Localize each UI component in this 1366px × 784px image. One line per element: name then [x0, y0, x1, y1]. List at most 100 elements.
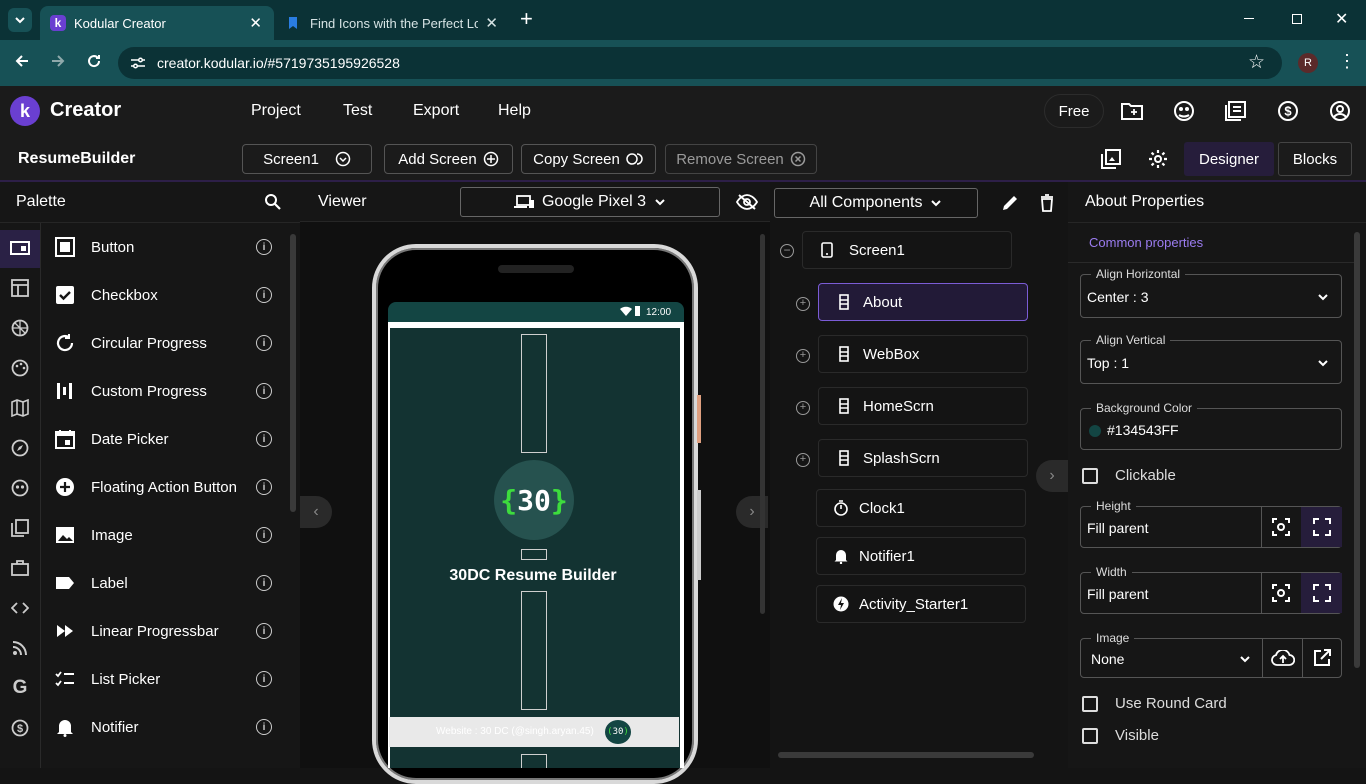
info-icon[interactable]: i	[256, 479, 272, 495]
forward-button[interactable]	[50, 53, 66, 69]
maps-icon[interactable]	[10, 398, 30, 418]
clickable-checkbox[interactable]	[1082, 468, 1098, 484]
reload-button[interactable]	[86, 53, 102, 69]
width-field[interactable]: Width Fill parent	[1080, 565, 1342, 614]
dollar-icon[interactable]: $	[1276, 100, 1300, 122]
utilities-icon[interactable]	[10, 558, 30, 578]
remove-screen-button[interactable]: Remove Screen	[665, 144, 817, 174]
use-round-card-checkbox[interactable]	[1082, 696, 1098, 712]
tree-node-homescrn[interactable]: HomeScrn	[818, 387, 1028, 425]
collapse-icon[interactable]: −	[780, 244, 794, 258]
expand-icon[interactable]: +	[796, 297, 810, 311]
center-focus-icon[interactable]	[1272, 584, 1290, 602]
add-screen-button[interactable]: Add Screen	[384, 144, 513, 174]
upload-icon[interactable]	[1271, 650, 1295, 666]
expand-icon[interactable]: +	[796, 453, 810, 467]
media-icon[interactable]	[10, 318, 30, 338]
expand-icon[interactable]: +	[796, 349, 810, 363]
profile-avatar[interactable]: R	[1298, 53, 1318, 73]
community-icon[interactable]	[1172, 100, 1196, 122]
section-common-properties[interactable]: Common properties	[1089, 235, 1203, 250]
tree-node-splashscrn[interactable]: SplashScrn	[818, 439, 1028, 477]
storage-icon[interactable]	[10, 518, 30, 538]
info-icon[interactable]: i	[256, 719, 272, 735]
site-settings-icon[interactable]	[130, 56, 146, 70]
close-icon[interactable]: ✕	[485, 14, 498, 32]
palette-item-label: Custom Progress	[91, 382, 207, 400]
restore-button[interactable]	[1292, 14, 1302, 24]
browser-tab-icons[interactable]: Find Icons with the Perfect Look ✕	[278, 6, 508, 40]
star-icon[interactable]: ☆	[1248, 51, 1265, 74]
account-icon[interactable]	[1328, 100, 1352, 122]
folder-icon[interactable]	[1120, 100, 1144, 122]
user-interface-icon[interactable]	[10, 238, 30, 258]
connectivity-icon[interactable]	[10, 638, 30, 658]
tree-node-notifier1[interactable]: Notifier1	[816, 537, 1026, 575]
search-icon[interactable]	[264, 193, 282, 211]
open-external-icon[interactable]	[1313, 649, 1331, 667]
layout-icon[interactable]	[10, 278, 30, 298]
tree-node-clock1[interactable]: Clock1	[816, 489, 1026, 527]
info-icon[interactable]: i	[256, 431, 272, 447]
tab-title: Kodular Creator	[74, 15, 166, 31]
back-button[interactable]	[14, 53, 30, 69]
settings-icon[interactable]	[1147, 148, 1169, 170]
delete-icon[interactable]	[1040, 194, 1054, 212]
info-icon[interactable]: i	[256, 335, 272, 351]
tree-node-activity-starter1[interactable]: Activity_Starter1	[816, 585, 1026, 623]
info-icon[interactable]: i	[256, 287, 272, 303]
copy-screen-button[interactable]: Copy Screen	[521, 144, 656, 174]
more-options-icon[interactable]: ⋮	[1338, 52, 1356, 70]
expand-icon[interactable]: +	[796, 401, 810, 415]
height-field[interactable]: Height Fill parent	[1080, 499, 1342, 548]
browser-tab-kodular[interactable]: k Kodular Creator ✕	[40, 6, 274, 40]
info-icon[interactable]: i	[256, 527, 272, 543]
tree-node-webbox[interactable]: WebBox	[818, 335, 1028, 373]
gallery-icon[interactable]	[1100, 148, 1122, 170]
info-icon[interactable]: i	[256, 623, 272, 639]
tree-node-about[interactable]: About	[818, 283, 1028, 321]
fullscreen-button[interactable]	[1301, 507, 1342, 547]
palette-item-label: List Picker	[91, 670, 161, 688]
code-icon[interactable]	[10, 598, 30, 618]
info-icon[interactable]: i	[256, 239, 272, 255]
component-filter[interactable]: All Components	[774, 188, 978, 218]
blocks-button[interactable]: Blocks	[1278, 142, 1352, 176]
screen-select[interactable]: Screen1	[242, 144, 372, 174]
info-icon[interactable]: i	[256, 671, 272, 687]
url-field[interactable]: creator.kodular.io/#5719735195926528 ☆	[118, 47, 1282, 79]
device-select[interactable]: Google Pixel 3	[460, 187, 720, 217]
google-icon[interactable]: G	[10, 677, 30, 698]
menu-export[interactable]: Export	[413, 102, 459, 120]
menu-test[interactable]: Test	[343, 102, 372, 120]
designer-button[interactable]: Designer	[1184, 142, 1274, 176]
align-horizontal-select[interactable]: Align Horizontal Center : 3	[1080, 267, 1342, 318]
tab-search-button[interactable]	[8, 8, 32, 32]
social-icon[interactable]	[10, 478, 30, 498]
center-focus-icon[interactable]	[1272, 518, 1290, 536]
fullscreen-button[interactable]	[1301, 573, 1342, 613]
wifi-icon	[620, 306, 632, 316]
info-icon[interactable]: i	[256, 575, 272, 591]
close-window-button[interactable]: ✕	[1335, 9, 1348, 29]
edit-icon[interactable]	[1001, 194, 1019, 212]
image-select[interactable]: Image None	[1080, 631, 1342, 678]
close-icon[interactable]: ✕	[249, 14, 262, 32]
viewer-scroll-left-button[interactable]: ‹	[300, 496, 332, 528]
sensors-icon[interactable]	[10, 438, 30, 458]
minimize-button[interactable]	[1244, 18, 1254, 19]
info-icon[interactable]: i	[256, 383, 272, 399]
new-tab-button[interactable]: +	[520, 8, 533, 30]
docs-icon[interactable]	[1224, 100, 1248, 122]
kodular-logo[interactable]: k	[10, 96, 40, 126]
tree-node-screen1[interactable]: Screen1	[802, 231, 1012, 269]
drawing-icon[interactable]	[10, 358, 30, 378]
plan-badge[interactable]: Free	[1044, 94, 1104, 128]
menu-help[interactable]: Help	[498, 102, 531, 120]
menu-project[interactable]: Project	[251, 102, 301, 120]
monetization-icon[interactable]: $	[10, 718, 30, 738]
align-vertical-select[interactable]: Align Vertical Top : 1	[1080, 333, 1342, 384]
visibility-off-icon[interactable]	[736, 194, 758, 210]
visible-checkbox[interactable]	[1082, 728, 1098, 744]
background-color-field[interactable]: Background Color #134543FF	[1080, 401, 1342, 450]
